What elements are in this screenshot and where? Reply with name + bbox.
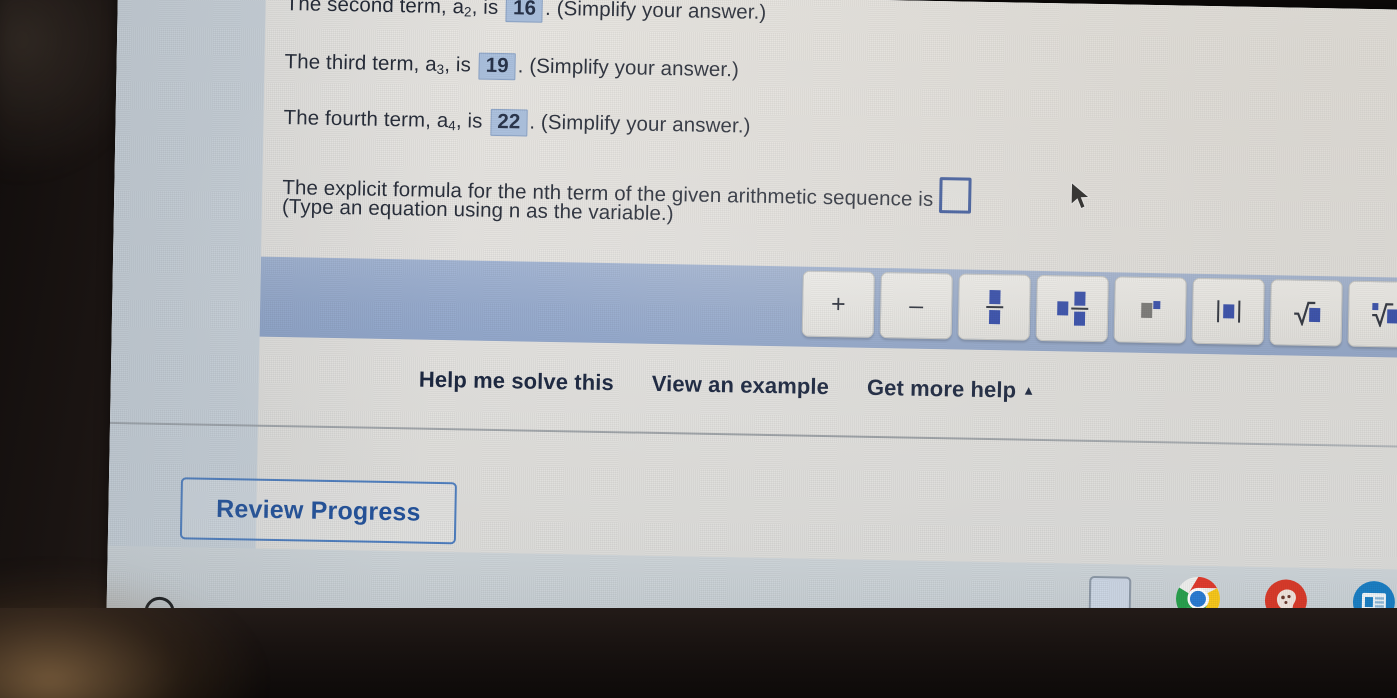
- help-link-row[interactable]: Help me solve this View an example Get m…: [419, 367, 1036, 404]
- mixed-number-icon: [1056, 291, 1088, 326]
- caret-up-icon: ▲: [1022, 382, 1036, 398]
- fourth-term-answer-field[interactable]: 22: [490, 108, 528, 137]
- review-progress-button[interactable]: Review Progress: [179, 477, 457, 545]
- second-term-mid: , is: [471, 0, 499, 19]
- fraction-icon: [985, 290, 1003, 325]
- absolute-value-icon: [1216, 300, 1240, 323]
- mouse-cursor: [1070, 181, 1091, 210]
- second-term-answer-field[interactable]: 16: [505, 0, 544, 23]
- laptop-screen: The second term, a2, is 16. (Simplify yo…: [106, 0, 1397, 662]
- absolute-value-button[interactable]: [1191, 277, 1265, 346]
- screen-surface: The second term, a2, is 16. (Simplify yo…: [106, 0, 1397, 662]
- plus-button[interactable]: +: [801, 270, 875, 338]
- minus-button[interactable]: –: [879, 272, 953, 340]
- mixed-number-button[interactable]: [1035, 274, 1109, 343]
- get-more-help-label: Get more help: [866, 374, 1017, 403]
- fraction-button[interactable]: [957, 273, 1031, 341]
- nth-root-icon: [1370, 301, 1397, 328]
- explicit-formula-input[interactable]: [939, 177, 972, 214]
- nth-root-button[interactable]: [1347, 280, 1397, 348]
- help-me-solve-this-link[interactable]: Help me solve this: [419, 367, 614, 397]
- fourth-term-line: The fourth term, a4, is 22. (Simplify yo…: [283, 105, 750, 141]
- review-progress-label: Review Progress: [215, 494, 421, 527]
- third-term-answer-field[interactable]: 19: [478, 52, 516, 81]
- third-term-line: The third term, a3, is 19. (Simplify you…: [284, 49, 739, 84]
- minus-icon: –: [909, 291, 924, 320]
- math-palette[interactable]: + –: [801, 270, 1397, 348]
- third-term-mid: , is: [444, 52, 472, 77]
- fourth-term-prefix: The fourth term, a: [283, 106, 449, 133]
- square-root-icon: [1292, 300, 1320, 326]
- second-term-line: The second term, a2, is 16. (Simplify yo…: [285, 0, 767, 27]
- second-term-prefix: The second term, a: [285, 0, 465, 19]
- fourth-term-suffix: . (Simplify your answer.): [529, 110, 751, 138]
- photo-of-laptop-screen: The second term, a2, is 16. (Simplify yo…: [0, 0, 1397, 698]
- square-root-button[interactable]: [1269, 279, 1343, 347]
- exponent-icon: [1140, 300, 1160, 318]
- plus-icon: +: [830, 289, 846, 318]
- bezel-glow-bottom-left: [0, 568, 260, 698]
- second-term-suffix: . (Simplify your answer.): [544, 0, 767, 24]
- fourth-term-mid: , is: [455, 109, 483, 133]
- third-term-suffix: . (Simplify your answer.): [517, 54, 740, 82]
- get-more-help-link[interactable]: Get more help ▲: [867, 375, 1036, 404]
- view-an-example-link[interactable]: View an example: [652, 371, 830, 400]
- page-left-margin: [107, 0, 266, 549]
- third-term-prefix: The third term, a: [284, 50, 437, 76]
- exponent-button[interactable]: [1113, 276, 1187, 344]
